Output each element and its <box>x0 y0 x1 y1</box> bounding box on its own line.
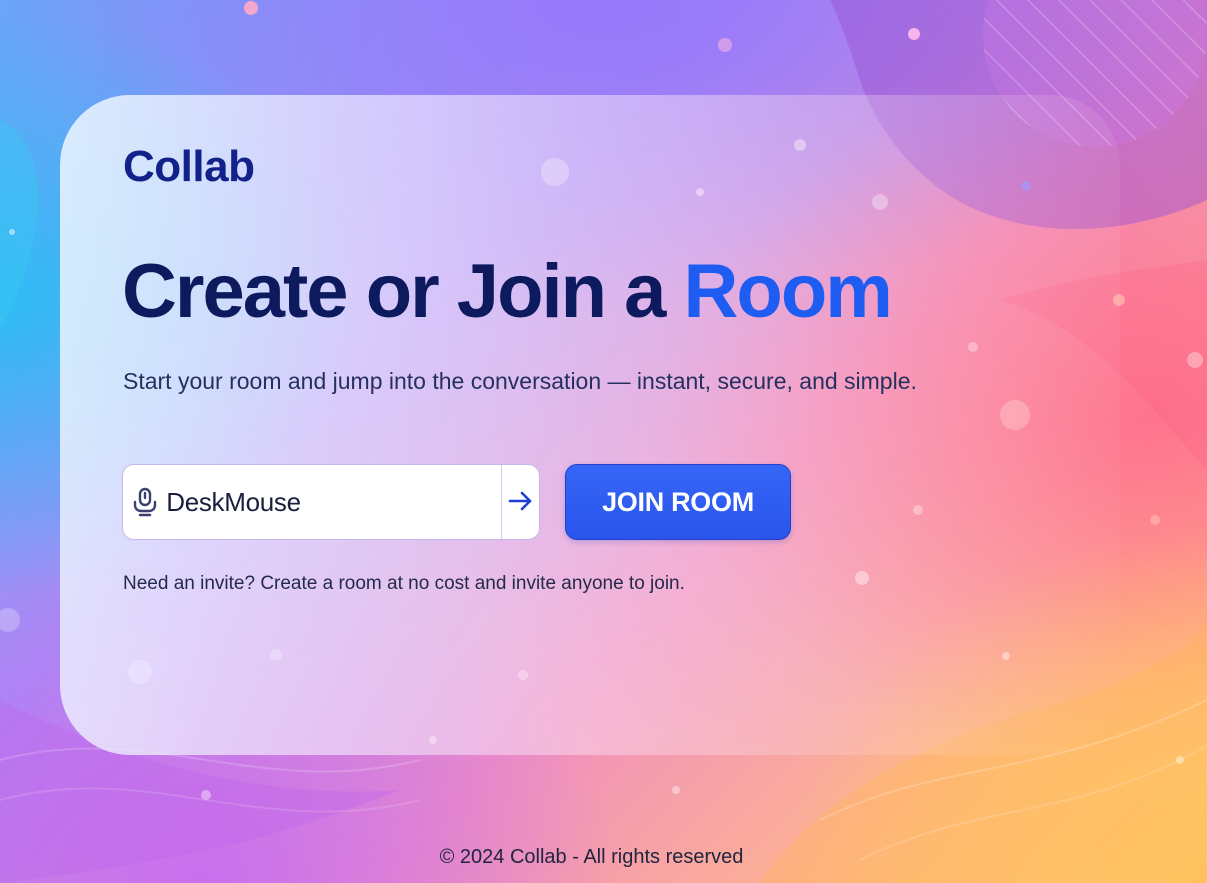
arrow-right-icon <box>508 490 534 515</box>
join-room-button[interactable]: JOIN ROOM <box>565 464 791 540</box>
page-subtitle: Start your room and jump into the conver… <box>123 368 917 394</box>
page-title: Create or Join a Room <box>122 248 893 336</box>
submit-arrow-button[interactable] <box>501 465 539 539</box>
brand-logo: Collab <box>123 142 255 191</box>
name-input[interactable] <box>166 465 502 539</box>
page-title-main: Create or Join a <box>122 249 684 334</box>
join-room-card <box>60 95 1120 755</box>
footer-copyright: © 2024 Collab - All rights reserved <box>439 846 744 868</box>
microphone-icon <box>123 465 166 539</box>
name-input-group <box>122 464 540 540</box>
invite-hint: Need an invite? Create a room at no cost… <box>123 573 685 594</box>
page-title-accent: Room <box>683 249 893 334</box>
